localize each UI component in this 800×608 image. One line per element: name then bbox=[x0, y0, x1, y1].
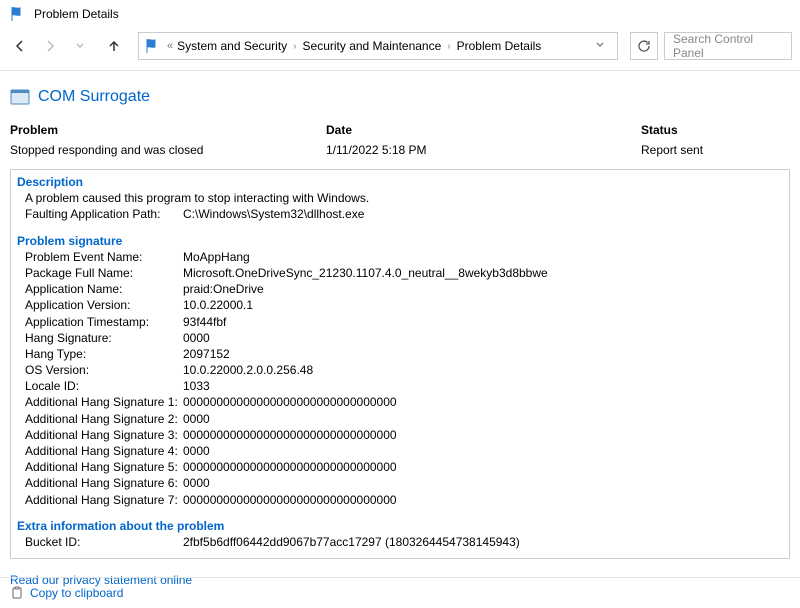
signature-label: Additional Hang Signature 3: bbox=[25, 427, 183, 443]
signature-value: 00000000000000000000000000000000 bbox=[183, 427, 783, 443]
signature-label: Package Full Name: bbox=[25, 265, 183, 281]
signature-rows: Problem Event Name:MoAppHangPackage Full… bbox=[17, 249, 783, 508]
nav-bar: « System and Security › Security and Mai… bbox=[0, 28, 800, 71]
breadcrumb-dropdown[interactable] bbox=[589, 40, 611, 53]
signature-row: Hang Signature:0000 bbox=[25, 330, 783, 346]
signature-label: Hang Type: bbox=[25, 346, 183, 362]
signature-value: Microsoft.OneDriveSync_21230.1107.4.0_ne… bbox=[183, 265, 783, 281]
clipboard-icon bbox=[10, 586, 24, 600]
signature-value: 1033 bbox=[183, 378, 783, 394]
bucket-row: Bucket ID: 2fbf5b6dff06442dd9067b77acc17… bbox=[17, 534, 783, 550]
summary-header-row: Problem Date Status bbox=[10, 123, 790, 137]
signature-label: OS Version: bbox=[25, 362, 183, 378]
faulting-path-label: Faulting Application Path: bbox=[25, 206, 183, 222]
signature-row: Application Version:10.0.22000.1 bbox=[25, 297, 783, 313]
signature-row: Additional Hang Signature 4:0000 bbox=[25, 443, 783, 459]
signature-label: Additional Hang Signature 5: bbox=[25, 459, 183, 475]
signature-value: 10.0.22000.2.0.0.256.48 bbox=[183, 362, 783, 378]
summary-value-row: Stopped responding and was closed 1/11/2… bbox=[10, 139, 790, 157]
breadcrumb-item[interactable]: Security and Maintenance bbox=[303, 39, 442, 53]
signature-value: MoAppHang bbox=[183, 249, 783, 265]
flag-icon bbox=[145, 38, 161, 54]
flag-icon bbox=[10, 6, 26, 22]
footer: Copy to clipboard bbox=[0, 577, 800, 608]
signature-value: 0000 bbox=[183, 330, 783, 346]
breadcrumb[interactable]: « System and Security › Security and Mai… bbox=[138, 32, 618, 60]
back-button[interactable] bbox=[8, 34, 32, 58]
signature-value: praid:OneDrive bbox=[183, 281, 783, 297]
app-icon bbox=[10, 87, 30, 107]
signature-label: Application Version: bbox=[25, 297, 183, 313]
signature-value: 2097152 bbox=[183, 346, 783, 362]
signature-value: 0000 bbox=[183, 475, 783, 491]
signature-row: Additional Hang Signature 3:000000000000… bbox=[25, 427, 783, 443]
signature-label: Application Timestamp: bbox=[25, 314, 183, 330]
page-header: COM Surrogate bbox=[10, 87, 790, 107]
signature-row: OS Version:10.0.22000.2.0.0.256.48 bbox=[25, 362, 783, 378]
faulting-path-row: Faulting Application Path: C:\Windows\Sy… bbox=[17, 206, 783, 222]
recent-dropdown[interactable] bbox=[68, 34, 92, 58]
signature-row: Additional Hang Signature 2:0000 bbox=[25, 411, 783, 427]
window-title: Problem Details bbox=[34, 7, 119, 21]
signature-label: Problem Event Name: bbox=[25, 249, 183, 265]
signature-value: 00000000000000000000000000000000 bbox=[183, 492, 783, 508]
copy-to-clipboard-link[interactable]: Copy to clipboard bbox=[30, 586, 123, 600]
content: COM Surrogate Problem Date Status Stoppe… bbox=[0, 71, 800, 559]
faulting-path-value: C:\Windows\System32\dllhost.exe bbox=[183, 206, 783, 222]
description-text: A problem caused this program to stop in… bbox=[17, 190, 783, 206]
signature-value: 00000000000000000000000000000000 bbox=[183, 394, 783, 410]
status-value: Report sent bbox=[641, 143, 790, 157]
chevron-right-icon: › bbox=[447, 41, 450, 52]
chevron-left-double-icon: « bbox=[167, 40, 173, 52]
col-header-problem: Problem bbox=[10, 123, 326, 137]
search-input[interactable]: Search Control Panel bbox=[664, 32, 792, 60]
search-placeholder: Search Control Panel bbox=[673, 32, 783, 60]
signature-label: Application Name: bbox=[25, 281, 183, 297]
page-title: COM Surrogate bbox=[38, 88, 150, 106]
signature-row: Package Full Name:Microsoft.OneDriveSync… bbox=[25, 265, 783, 281]
problem-value: Stopped responding and was closed bbox=[10, 143, 326, 157]
up-button[interactable] bbox=[102, 34, 126, 58]
signature-row: Problem Event Name:MoAppHang bbox=[25, 249, 783, 265]
col-header-date: Date bbox=[326, 123, 641, 137]
signature-label: Locale ID: bbox=[25, 378, 183, 394]
signature-row: Locale ID:1033 bbox=[25, 378, 783, 394]
breadcrumb-item[interactable]: Problem Details bbox=[457, 39, 542, 53]
signature-label: Additional Hang Signature 2: bbox=[25, 411, 183, 427]
signature-label: Additional Hang Signature 4: bbox=[25, 443, 183, 459]
description-heading: Description bbox=[17, 174, 783, 190]
signature-value: 00000000000000000000000000000000 bbox=[183, 459, 783, 475]
breadcrumb-item[interactable]: System and Security bbox=[177, 39, 287, 53]
signature-label: Additional Hang Signature 6: bbox=[25, 475, 183, 491]
signature-row: Additional Hang Signature 7:000000000000… bbox=[25, 492, 783, 508]
bucket-value: 2fbf5b6dff06442dd9067b77acc17297 (180326… bbox=[183, 534, 783, 550]
refresh-button[interactable] bbox=[630, 32, 658, 60]
signature-label: Hang Signature: bbox=[25, 330, 183, 346]
signature-value: 10.0.22000.1 bbox=[183, 297, 783, 313]
signature-label: Additional Hang Signature 1: bbox=[25, 394, 183, 410]
signature-heading: Problem signature bbox=[17, 233, 783, 249]
chevron-right-icon: › bbox=[293, 41, 296, 52]
col-header-status: Status bbox=[641, 123, 790, 137]
extra-heading: Extra information about the problem bbox=[17, 518, 783, 534]
date-value: 1/11/2022 5:18 PM bbox=[326, 143, 641, 157]
forward-button[interactable] bbox=[38, 34, 62, 58]
signature-row: Additional Hang Signature 6:0000 bbox=[25, 475, 783, 491]
signature-value: 0000 bbox=[183, 443, 783, 459]
signature-label: Additional Hang Signature 7: bbox=[25, 492, 183, 508]
title-bar: Problem Details bbox=[0, 0, 800, 28]
signature-row: Additional Hang Signature 1:000000000000… bbox=[25, 394, 783, 410]
signature-value: 0000 bbox=[183, 411, 783, 427]
details-box: Description A problem caused this progra… bbox=[10, 169, 790, 559]
bucket-label: Bucket ID: bbox=[25, 534, 183, 550]
signature-row: Hang Type:2097152 bbox=[25, 346, 783, 362]
signature-row: Application Name:praid:OneDrive bbox=[25, 281, 783, 297]
signature-row: Application Timestamp:93f44fbf bbox=[25, 314, 783, 330]
signature-row: Additional Hang Signature 5:000000000000… bbox=[25, 459, 783, 475]
signature-value: 93f44fbf bbox=[183, 314, 783, 330]
